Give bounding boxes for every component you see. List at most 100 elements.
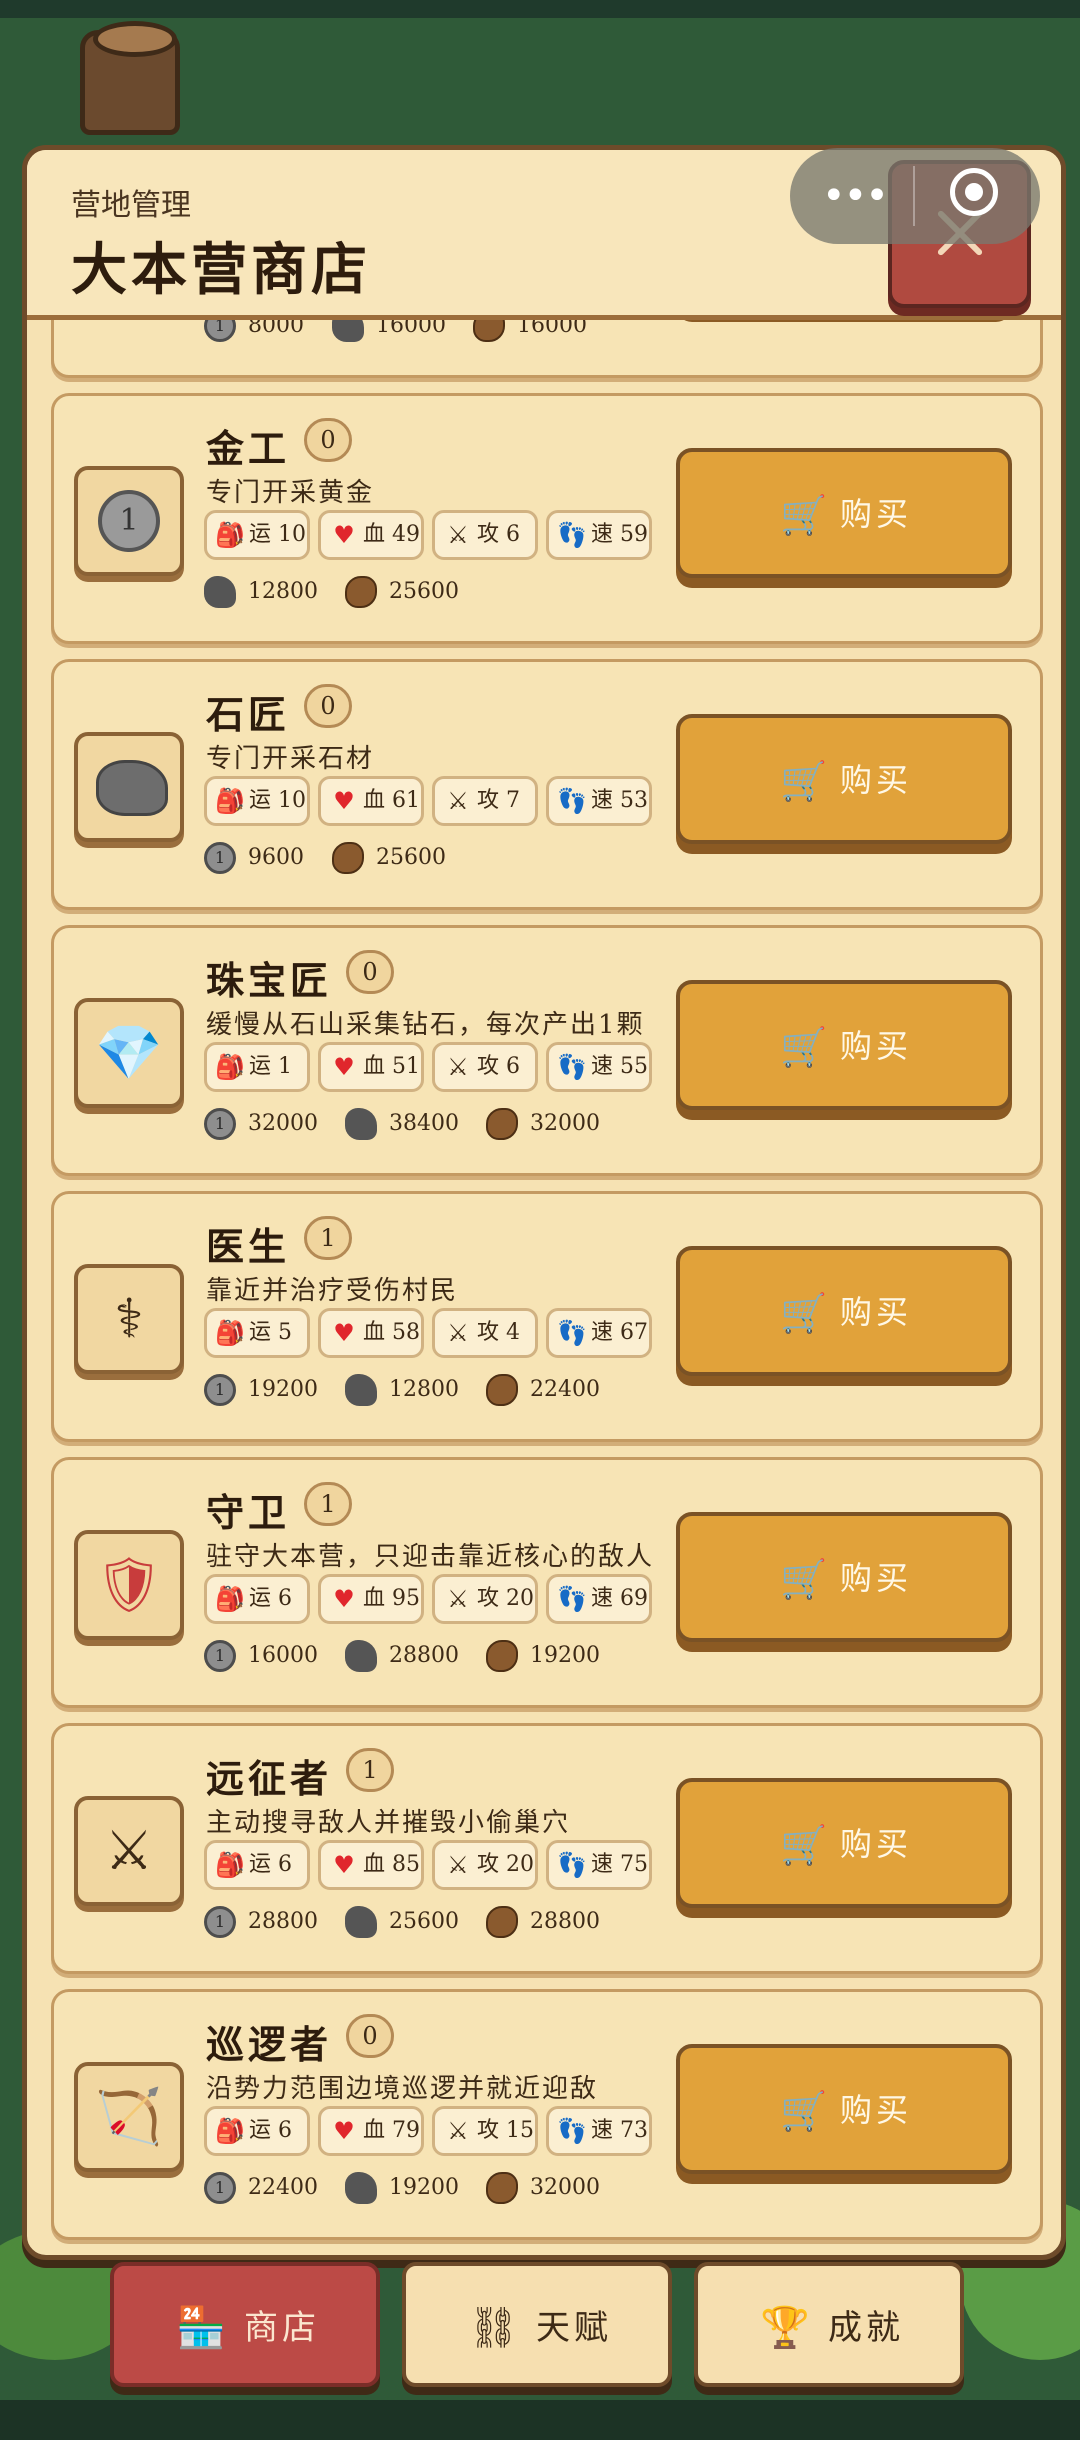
stat-value: 攻 4: [477, 1320, 520, 1345]
buy-button[interactable]: 🛒 购买: [676, 2044, 1012, 2174]
tab-trophy[interactable]: 🏆 成就: [694, 2262, 964, 2387]
bottom-safe-area: [0, 2400, 1080, 2440]
stat-value: 运 6: [249, 2118, 292, 2143]
unit-count-badge: 1: [304, 1216, 352, 1260]
tree-stump-decoration: [80, 21, 180, 135]
swords-icon: ⚔: [447, 1585, 469, 1613]
cost-value: 32000: [248, 1111, 318, 1136]
stat-value: 运 10: [249, 788, 306, 813]
stat-value: 攻 6: [477, 1054, 520, 1079]
bow-arrow-icon: 🏹: [74, 2062, 184, 2172]
cost-value: 19200: [530, 1643, 600, 1668]
shopping-cart-icon: 🛒: [780, 1557, 828, 1601]
tab-store[interactable]: 🏪 商店: [110, 2262, 380, 2387]
gold-coin-glyph: 1: [98, 490, 160, 552]
cost-value: 25600: [389, 1909, 459, 1934]
stat-value: 血 58: [363, 1320, 420, 1345]
stat-value: 血 85: [363, 1852, 420, 1877]
swords-icon: ⚔: [447, 2117, 469, 2145]
shield-icon: 🛡: [74, 1530, 184, 1640]
stat-value: 血 61: [363, 788, 420, 813]
talent-tree-icon: ⛓: [468, 2305, 523, 2351]
stat-atk: ⚔ 攻 20: [432, 1840, 538, 1890]
buy-button[interactable]: 🛒 购买: [676, 1512, 1012, 1642]
gold-coin-icon: 1: [74, 466, 184, 576]
stat-value: 攻 20: [477, 1852, 534, 1877]
cost-value: 16000: [248, 1643, 318, 1668]
stat-value: 速 55: [591, 1054, 648, 1079]
cost-value: 28800: [389, 1643, 459, 1668]
unit-count-badge: 0: [304, 418, 352, 462]
stone-icon: [345, 1906, 377, 1938]
stone-glyph: [96, 760, 168, 816]
stat-hp: ♥ 血 79: [318, 2106, 424, 2156]
tab-label: 商店: [244, 2308, 320, 2348]
stat-value: 运 6: [249, 1586, 292, 1611]
unit-description: 缓慢从石山采集钻石，每次产出1颗: [206, 1010, 645, 1040]
unit-description: 驻守大本营，只迎击靠近核心的敌人: [206, 1542, 655, 1572]
stat-value: 速 75: [591, 1852, 648, 1877]
stat-carry: 🎒 运 6: [204, 1840, 310, 1890]
stat-spd: 👣 速 53: [546, 776, 652, 826]
stat-carry: 🎒 运 6: [204, 2106, 310, 2156]
coin-icon: 1: [204, 842, 236, 874]
unit-icon-glyph: 💎: [95, 1021, 163, 1084]
cost-value: 32000: [530, 2175, 600, 2200]
unit-card: 🏹 巡逻者 0 沿势力范围边境巡逻并就近迎敌 🎒 运 6 ♥ 血 79 ⚔ 攻 15 👣 速 73 1 2…: [51, 1989, 1043, 2240]
unit-card: 💎 珠宝匠 0 缓慢从石山采集钻石，每次产出1颗 🎒 运 1 ♥ 血 51 ⚔ 攻 6 👣 速 55 1…: [51, 925, 1043, 1176]
buy-button[interactable]: 🛒 购买: [676, 1778, 1012, 1908]
unit-name: 医生: [206, 1224, 291, 1269]
unit-costs: 1 19200 12800 22400: [204, 1370, 664, 1410]
shopping-cart-icon: 🛒: [780, 1291, 828, 1335]
buy-button-label: 购买: [840, 1293, 913, 1331]
buy-button[interactable]: 🛒 购买: [676, 1246, 1012, 1376]
coin-icon: 1: [204, 1906, 236, 1938]
stat-spd: 👣 速 55: [546, 1042, 652, 1092]
buy-button-label: 购买: [840, 495, 913, 533]
stat-carry: 🎒 运 10: [204, 510, 310, 560]
buy-button[interactable]: 🛒 购买: [676, 980, 1012, 1110]
stat-spd: 👣 速 73: [546, 2106, 652, 2156]
cost-value: 22400: [530, 1377, 600, 1402]
wood-icon: [332, 842, 364, 874]
unit-count-badge: 0: [346, 2014, 394, 2058]
exit-miniprogram-icon[interactable]: [950, 168, 998, 216]
stone-icon: [345, 2172, 377, 2204]
swords-icon: ⚔: [447, 1319, 469, 1347]
shop-panel: 营地管理 大本营商店 ⛏🎒运 11♥血 57⚔攻 7👣速 55180001600…: [22, 145, 1066, 2260]
stat-atk: ⚔ 攻 6: [432, 510, 538, 560]
stat-spd: 👣 速 67: [546, 1308, 652, 1358]
coin-icon: 1: [204, 1108, 236, 1140]
stat-value: 血 49: [363, 522, 420, 547]
stat-value: 血 79: [363, 2118, 420, 2143]
backpack-icon: 🎒: [215, 787, 245, 815]
status-bar: [0, 0, 1080, 18]
buy-button[interactable]: 🛒 购买: [676, 714, 1012, 844]
unit-description: 专门开采黄金: [206, 478, 375, 508]
stat-spd: 👣 速 75: [546, 1840, 652, 1890]
stat-value: 攻 15: [477, 2118, 534, 2143]
shopping-cart-icon: 🛒: [780, 493, 828, 537]
stat-atk: ⚔ 攻 20: [432, 1574, 538, 1624]
shopping-cart-icon: 🛒: [780, 1025, 828, 1069]
wood-icon: [345, 576, 377, 608]
backpack-icon: 🎒: [215, 1585, 245, 1613]
buy-button-label: 购买: [840, 2091, 913, 2129]
heart-icon: ♥: [333, 2117, 355, 2145]
footprints-icon: 👣: [557, 1053, 587, 1081]
stat-carry: 🎒 运 6: [204, 1574, 310, 1624]
footprints-icon: 👣: [557, 1319, 587, 1347]
heart-icon: ♥: [333, 521, 355, 549]
stat-value: 速 59: [591, 522, 648, 547]
wood-icon: [486, 1906, 518, 1938]
cost-value: 28800: [530, 1909, 600, 1934]
stat-hp: ♥ 血 49: [318, 510, 424, 560]
more-options-icon[interactable]: •••: [822, 176, 889, 216]
wood-icon: [486, 2172, 518, 2204]
unit-list[interactable]: ⛏🎒运 11♥血 57⚔攻 7👣速 55180001600016000🛒购买 1 金…: [27, 315, 1061, 2255]
stat-spd: 👣 速 69: [546, 1574, 652, 1624]
buy-button[interactable]: 🛒 购买: [676, 448, 1012, 578]
stat-hp: ♥ 血 85: [318, 1840, 424, 1890]
unit-card: 1 金工 0 专门开采黄金 🎒 运 10 ♥ 血 49 ⚔ 攻 6 👣 速 59 12800 25600 🛒…: [51, 393, 1043, 644]
tab-talent-tree[interactable]: ⛓ 天赋: [402, 2262, 672, 2387]
